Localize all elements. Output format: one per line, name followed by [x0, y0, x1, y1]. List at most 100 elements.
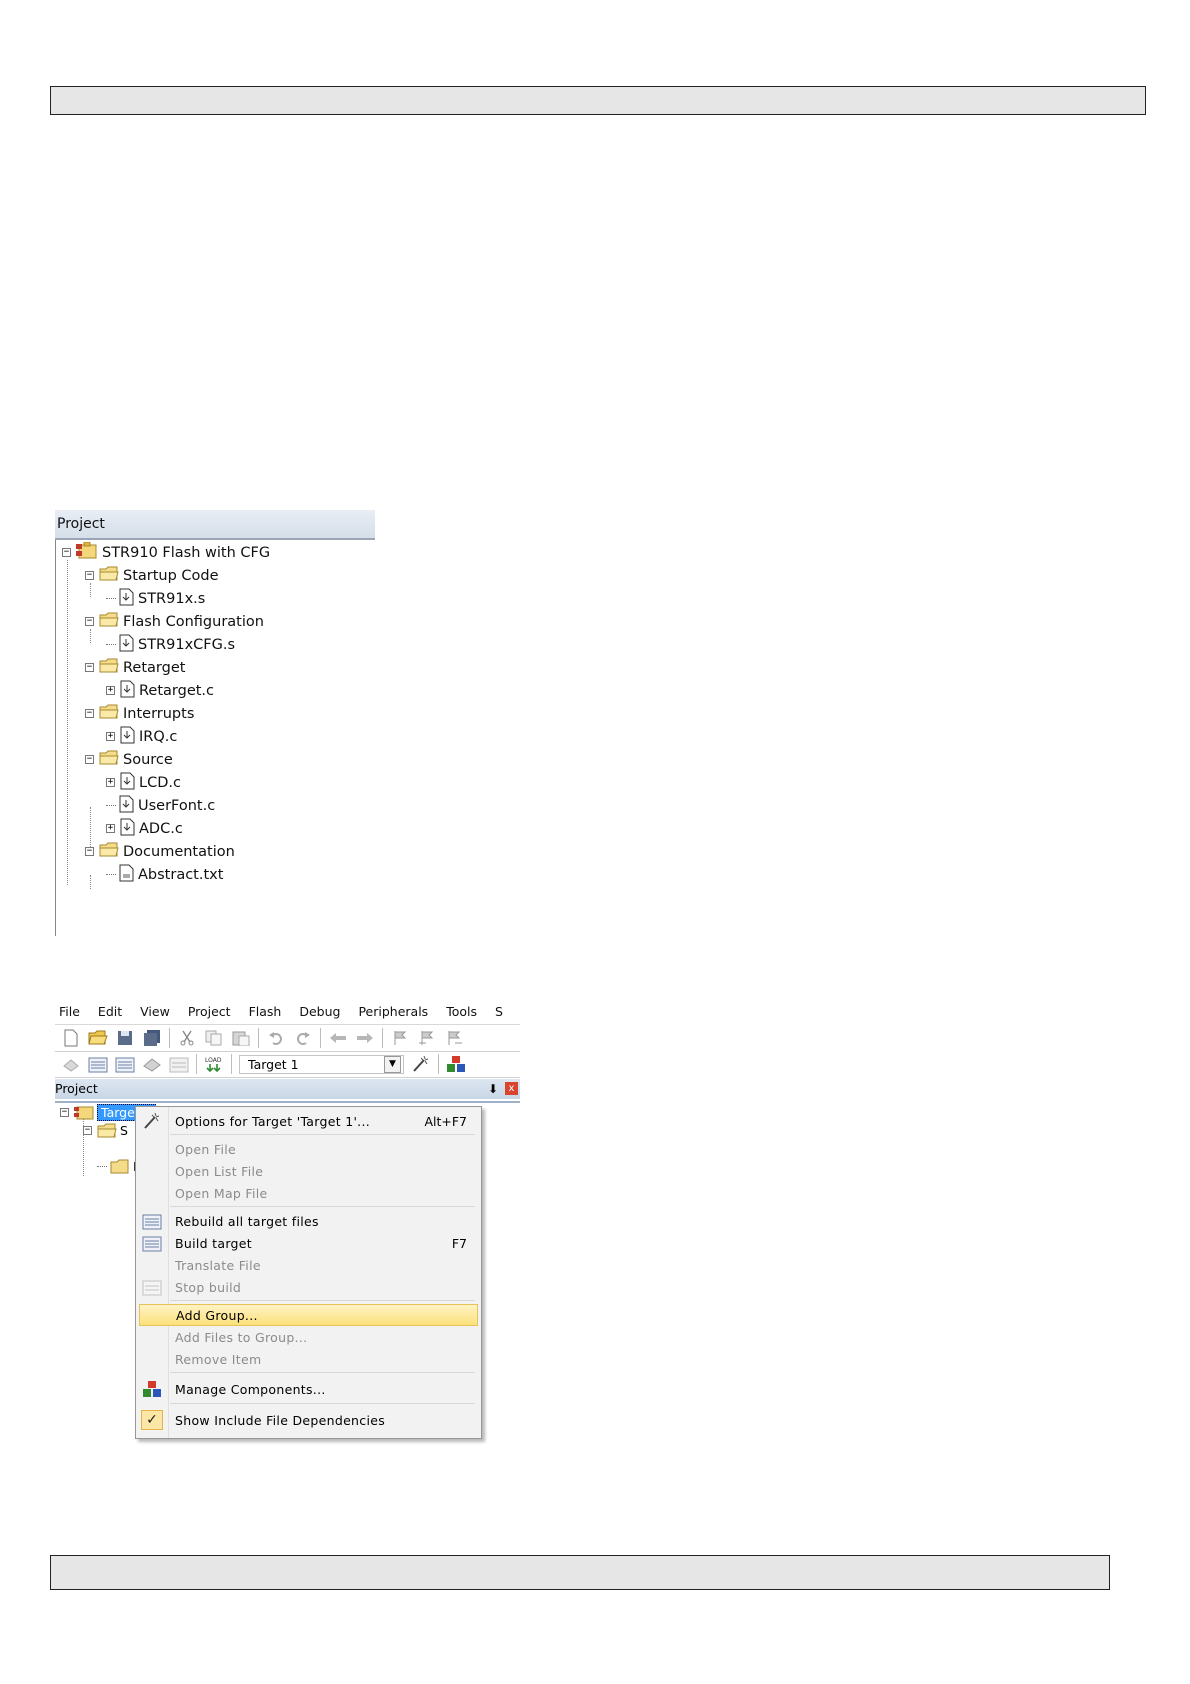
menu-item-open-file[interactable]: Open File — [136, 1138, 481, 1160]
collapse-icon[interactable]: − — [85, 663, 94, 672]
tree-group-row[interactable]: − Interrupts — [85, 702, 194, 725]
tree-group-row[interactable]: − Source — [85, 748, 173, 771]
prev-bookmark-icon[interactable] — [417, 1029, 437, 1047]
stop-build-icon[interactable] — [169, 1055, 189, 1073]
collapse-icon[interactable]: − — [62, 548, 71, 557]
tree-file-row[interactable]: + LCD.c — [106, 771, 181, 794]
bookmark-icon[interactable] — [390, 1029, 410, 1047]
menu-item-translate-file[interactable]: Translate File — [136, 1254, 481, 1276]
pin-icon[interactable]: ⬇ — [488, 1079, 498, 1099]
download-load-icon[interactable]: LOAD — [204, 1055, 224, 1073]
menu-item-stop-build[interactable]: Stop build — [136, 1276, 481, 1298]
new-file-icon[interactable] — [61, 1029, 81, 1047]
folder-icon — [99, 842, 119, 861]
expand-icon[interactable]: + — [106, 732, 115, 741]
copy-icon[interactable] — [204, 1029, 224, 1047]
translate-icon[interactable] — [61, 1055, 81, 1073]
menu-edit[interactable]: Edit — [98, 1004, 122, 1019]
tree-file-row[interactable]: STR91x.s — [106, 587, 205, 610]
rebuild-icon[interactable] — [115, 1055, 135, 1073]
target-select[interactable]: Target 1 ▼ — [239, 1054, 404, 1074]
menu-item-show-include-deps[interactable]: ✓ Show Include File Dependencies — [136, 1409, 481, 1431]
nav-back-icon[interactable] — [328, 1029, 348, 1047]
collapse-icon[interactable]: − — [60, 1108, 69, 1117]
menu-separator — [170, 1134, 475, 1135]
tree-file-row[interactable]: + Retarget.c — [106, 679, 214, 702]
manage-components-icon[interactable] — [446, 1055, 466, 1073]
tree-file-row[interactable]: + ADC.c — [106, 817, 183, 840]
menu-debug[interactable]: Debug — [299, 1004, 340, 1019]
undo-icon[interactable] — [266, 1029, 286, 1047]
checkmark-icon: ✓ — [141, 1410, 163, 1430]
ide-tree-group[interactable]: F — [97, 1158, 140, 1175]
menu-item-open-map-file[interactable]: Open Map File — [136, 1182, 481, 1204]
collapse-icon[interactable]: − — [85, 709, 94, 718]
tree-file-row[interactable]: Abstract.txt — [106, 863, 223, 886]
tree-file-label: ADC.c — [139, 820, 183, 837]
collapse-icon[interactable]: − — [85, 571, 94, 580]
collapse-icon[interactable]: − — [85, 755, 94, 764]
menu-item-add-files-to-group[interactable]: Add Files to Group... — [136, 1326, 481, 1348]
nav-forward-icon[interactable] — [355, 1029, 375, 1047]
tree-dash — [106, 805, 116, 806]
expand-icon[interactable]: + — [106, 686, 115, 695]
batch-build-icon[interactable] — [142, 1055, 162, 1073]
expand-icon[interactable]: + — [106, 824, 115, 833]
save-all-icon[interactable] — [142, 1029, 162, 1047]
tree-file-row[interactable]: STR91xCFG.s — [106, 633, 235, 656]
toolbar-separator — [320, 1028, 321, 1048]
tree-group-row[interactable]: − Retarget — [85, 656, 185, 679]
menu-item-add-group[interactable]: Add Group... — [139, 1304, 478, 1326]
project-panel-header: Project — [55, 510, 375, 540]
tree-file-label: IRQ.c — [139, 728, 178, 745]
chevron-down-icon[interactable]: ▼ — [384, 1055, 401, 1073]
redo-icon[interactable] — [293, 1029, 313, 1047]
tree-group-row[interactable]: − Startup Code — [85, 564, 219, 587]
tree-group-row[interactable]: − Documentation — [85, 840, 235, 863]
open-folder-icon[interactable] — [88, 1029, 108, 1047]
options-wand-icon[interactable] — [411, 1055, 431, 1073]
tree-file-row[interactable]: + IRQ.c — [106, 725, 177, 748]
tree-group-label: Retarget — [123, 659, 186, 676]
menu-item-open-list-file[interactable]: Open List File — [136, 1160, 481, 1182]
svg-text:LOAD: LOAD — [205, 1057, 222, 1064]
menu-flash[interactable]: Flash — [249, 1004, 282, 1019]
toolbar-separator — [196, 1054, 197, 1074]
menu-peripherals[interactable]: Peripherals — [358, 1004, 428, 1019]
paste-icon[interactable] — [231, 1029, 251, 1047]
collapse-icon[interactable]: − — [85, 847, 94, 856]
source-file-icon — [120, 726, 135, 748]
menu-file[interactable]: File — [59, 1004, 80, 1019]
toolbar-separator — [258, 1028, 259, 1048]
close-icon[interactable]: x — [505, 1082, 518, 1095]
source-file-icon — [119, 634, 134, 656]
menu-item-remove-item[interactable]: Remove Item — [136, 1348, 481, 1370]
build-icon[interactable] — [88, 1055, 108, 1073]
tree-group-row[interactable]: − Flash Configuration — [85, 610, 264, 633]
tree-root[interactable]: − STR910 Flash with CFG — [62, 541, 270, 564]
menu-view[interactable]: View — [140, 1004, 170, 1019]
target-select-value: Target 1 — [248, 1056, 299, 1072]
menu-separator — [170, 1372, 475, 1373]
menu-tools[interactable]: Tools — [446, 1004, 477, 1019]
folder-icon — [99, 704, 119, 723]
source-file-icon — [120, 680, 135, 702]
menu-separator — [170, 1300, 475, 1301]
menu-truncated[interactable]: S — [495, 1004, 503, 1019]
tree-file-row[interactable]: UserFont.c — [106, 794, 215, 817]
menu-item-manage-components[interactable]: Manage Components... — [136, 1378, 481, 1400]
menu-item-rebuild-all[interactable]: Rebuild all target files — [136, 1210, 481, 1232]
tree-file-label: STR91xCFG.s — [138, 636, 236, 653]
tree-dash — [106, 874, 116, 875]
menu-project[interactable]: Project — [188, 1004, 231, 1019]
expand-icon[interactable]: + — [106, 778, 115, 787]
menu-item-options-for-target[interactable]: Options for Target 'Target 1'... Alt+F7 — [136, 1110, 481, 1132]
collapse-icon[interactable]: − — [85, 617, 94, 626]
toolbar-separator — [438, 1054, 439, 1074]
next-bookmark-icon[interactable] — [444, 1029, 464, 1047]
ide-tree-group[interactable]: − S — [83, 1122, 128, 1139]
save-icon[interactable] — [115, 1029, 135, 1047]
cut-icon[interactable] — [177, 1029, 197, 1047]
collapse-icon[interactable]: − — [83, 1126, 92, 1135]
menu-item-build-target[interactable]: Build target F7 — [136, 1232, 481, 1254]
